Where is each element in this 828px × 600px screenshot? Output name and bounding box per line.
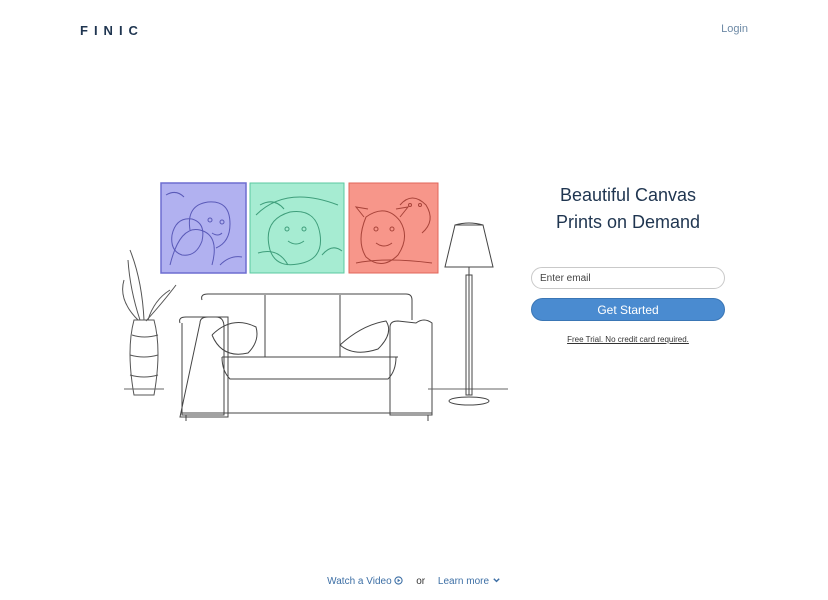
- learn-more-label: Learn more: [437, 576, 490, 587]
- hero-title: Beautiful Canvas Prints on Demand: [530, 182, 726, 236]
- learn-more-link[interactable]: Learn more: [438, 576, 501, 587]
- watch-video-label: Watch a Video: [327, 576, 392, 587]
- sofa-illustration: [179, 293, 433, 421]
- canvas-print-child: [249, 182, 345, 274]
- hero-section: Beautiful Canvas Prints on Demand: [530, 182, 726, 236]
- canvas-print-couple: [160, 182, 247, 274]
- canvas-print-dog: [348, 182, 439, 274]
- email-input[interactable]: [531, 267, 725, 289]
- hero-title-line2: Prints on Demand: [555, 212, 701, 232]
- landing-page: FINIC Login Beautiful Canvas Prints on D…: [0, 0, 828, 600]
- footer-separator: or: [416, 576, 426, 587]
- login-link[interactable]: Login: [721, 23, 748, 35]
- finic-logo[interactable]: FINIC: [80, 23, 144, 38]
- footer-links: Watch a Video or Learn more: [0, 576, 828, 587]
- watch-video-link[interactable]: Watch a Video: [327, 576, 406, 587]
- hero-title-line1: Beautiful Canvas: [559, 185, 697, 205]
- living-room-illustration: [122, 182, 508, 421]
- get-started-button[interactable]: Get Started: [531, 298, 725, 321]
- floor-lamp-illustration: [444, 222, 494, 406]
- free-trial-note: Free Trial. No credit card required.: [567, 335, 689, 344]
- play-circle-icon: [394, 576, 404, 585]
- chevron-down-icon: [493, 578, 500, 583]
